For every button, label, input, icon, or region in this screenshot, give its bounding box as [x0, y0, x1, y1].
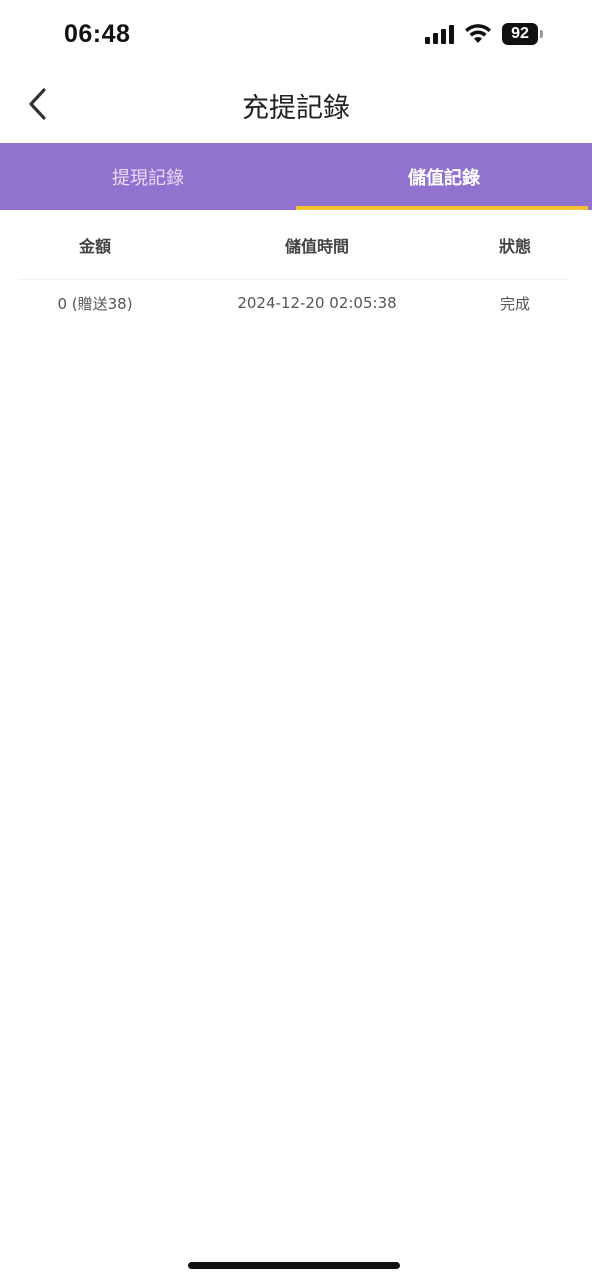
nav-bar: 充提記錄	[0, 70, 592, 143]
battery-icon: 92	[502, 23, 544, 45]
status-icons: 92	[425, 23, 544, 45]
status-time: 06:48	[64, 20, 131, 48]
table-header: 金額 儲值時間 狀態	[18, 210, 568, 280]
wifi-icon	[465, 24, 491, 43]
page-title: 充提記錄	[242, 93, 350, 124]
status-bar: 06:48 92	[0, 0, 592, 70]
battery-level: 92	[502, 23, 538, 45]
signal-icon	[425, 24, 454, 44]
home-indicator[interactable]	[188, 1262, 400, 1269]
header-deposit-time: 儲值時間	[284, 236, 349, 256]
tab-deposit-records[interactable]: 儲值記錄	[296, 143, 592, 210]
cell-deposit-time: 2024-12-20 02:05:38	[237, 294, 397, 312]
table-row: 0 (贈送38) 2024-12-20 02:05:38 完成	[18, 280, 568, 326]
header-amount: 金額	[78, 236, 111, 256]
tab-label: 儲值記錄	[408, 167, 480, 189]
records-table: 金額 儲值時間 狀態 0 (贈送38) 2024-12-20 02:05:38 …	[18, 210, 568, 326]
tab-bar: 提現記錄 儲值記錄	[0, 143, 592, 210]
tab-label: 提現記錄	[112, 167, 184, 189]
screen: 06:48 92 充提記錄 提現記錄 儲值記錄 金額 儲值時間 狀態 0 (贈送…	[0, 0, 592, 1280]
cell-status: 完成	[499, 294, 530, 313]
tab-withdraw-records[interactable]: 提現記錄	[0, 143, 296, 210]
header-status: 狀態	[498, 236, 531, 256]
cell-amount: 0 (贈送38)	[57, 294, 133, 313]
